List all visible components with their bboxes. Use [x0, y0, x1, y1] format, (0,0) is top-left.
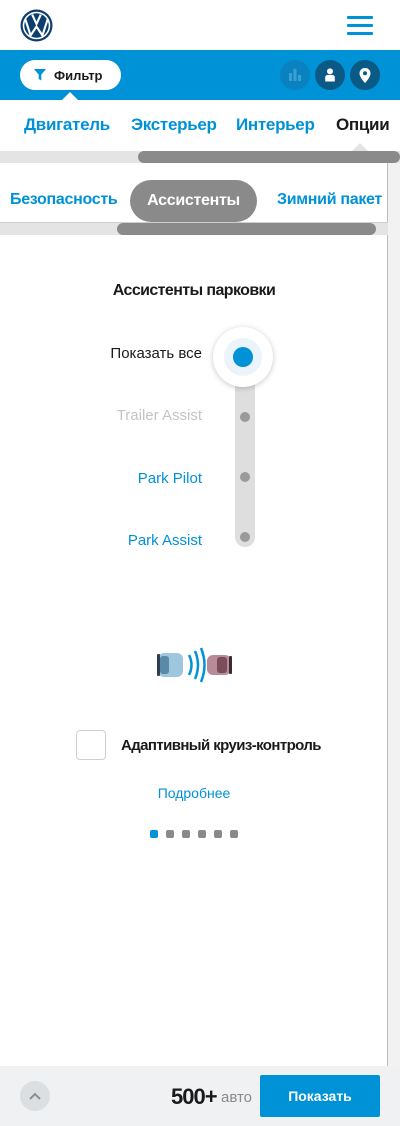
- slider-stop-pilot[interactable]: [240, 472, 250, 482]
- filter-button-label: Фильтр: [54, 67, 103, 83]
- slider-knob[interactable]: [213, 327, 273, 387]
- slider-stop-assist[interactable]: [240, 532, 250, 542]
- subtab-safety[interactable]: Безопасность: [10, 191, 118, 209]
- show-results-button[interactable]: Показать: [260, 1075, 380, 1117]
- funnel-icon: [34, 69, 46, 81]
- pager-dot-2[interactable]: [166, 830, 174, 838]
- panel-edge: [387, 163, 400, 1066]
- sub-tabs-scrollbar[interactable]: [0, 223, 388, 235]
- sub-tabs-scroll-thumb[interactable]: [117, 223, 376, 235]
- option-show-all[interactable]: Показать все: [110, 345, 202, 362]
- option-park-assist[interactable]: Park Assist: [128, 532, 202, 549]
- filter-notch: [62, 92, 78, 100]
- tab-interior[interactable]: Интерьер: [236, 115, 315, 135]
- filter-button[interactable]: Фильтр: [20, 60, 121, 90]
- vw-logo[interactable]: [20, 9, 53, 42]
- slider-stop-trailer: [240, 412, 250, 422]
- tab-options[interactable]: Опции: [336, 115, 390, 135]
- results-count-unit: авто: [221, 1089, 253, 1106]
- more-link[interactable]: Подробнее: [0, 785, 388, 801]
- scroll-up-button[interactable]: [20, 1081, 50, 1111]
- main-tabs: Двигатель Экстерьер Интерьер Опции: [0, 100, 400, 152]
- results-count: 500+: [171, 1084, 218, 1109]
- tab-engine[interactable]: Двигатель: [24, 115, 110, 135]
- compare-chart-icon[interactable]: [280, 60, 310, 90]
- header: [0, 0, 400, 50]
- main-tabs-scrollbar[interactable]: [0, 151, 400, 163]
- pager-dot-4[interactable]: [198, 830, 206, 838]
- section-title: Ассистенты парковки: [112, 282, 276, 299]
- main-tabs-scroll-thumb[interactable]: [138, 151, 400, 163]
- sub-tabs: Безопасность Ассистенты Зимний пакет: [0, 180, 388, 222]
- page: Фильтр Двигатель Экстерьер Интерьер Опци…: [0, 0, 400, 1126]
- pager-dot-3[interactable]: [182, 830, 190, 838]
- tab-exterior[interactable]: Экстерьер: [131, 115, 217, 135]
- results-footer: 500+ авто Показать: [0, 1066, 400, 1126]
- pager-dot-6[interactable]: [230, 830, 238, 838]
- pager-dot-5[interactable]: [214, 830, 222, 838]
- hamburger-icon[interactable]: [347, 14, 373, 36]
- chevron-up-icon: [29, 1092, 41, 1100]
- filter-toolbar: Фильтр: [0, 50, 400, 100]
- adaptive-cruise-checkbox[interactable]: [76, 730, 106, 760]
- option-park-pilot[interactable]: Park Pilot: [138, 470, 202, 487]
- subtab-winter-pack[interactable]: Зимний пакет: [277, 191, 382, 209]
- adaptive-cruise-cars-icon: [157, 647, 232, 683]
- dealer-person-icon[interactable]: [315, 60, 345, 90]
- subtab-assistants[interactable]: Ассистенты: [130, 180, 257, 222]
- option-trailer-assist: Trailer Assist: [116, 407, 202, 424]
- location-pin-icon[interactable]: [350, 60, 380, 90]
- adaptive-cruise-label[interactable]: Адаптивный круиз-контроль: [121, 737, 321, 754]
- pager-dot-1[interactable]: [150, 830, 158, 838]
